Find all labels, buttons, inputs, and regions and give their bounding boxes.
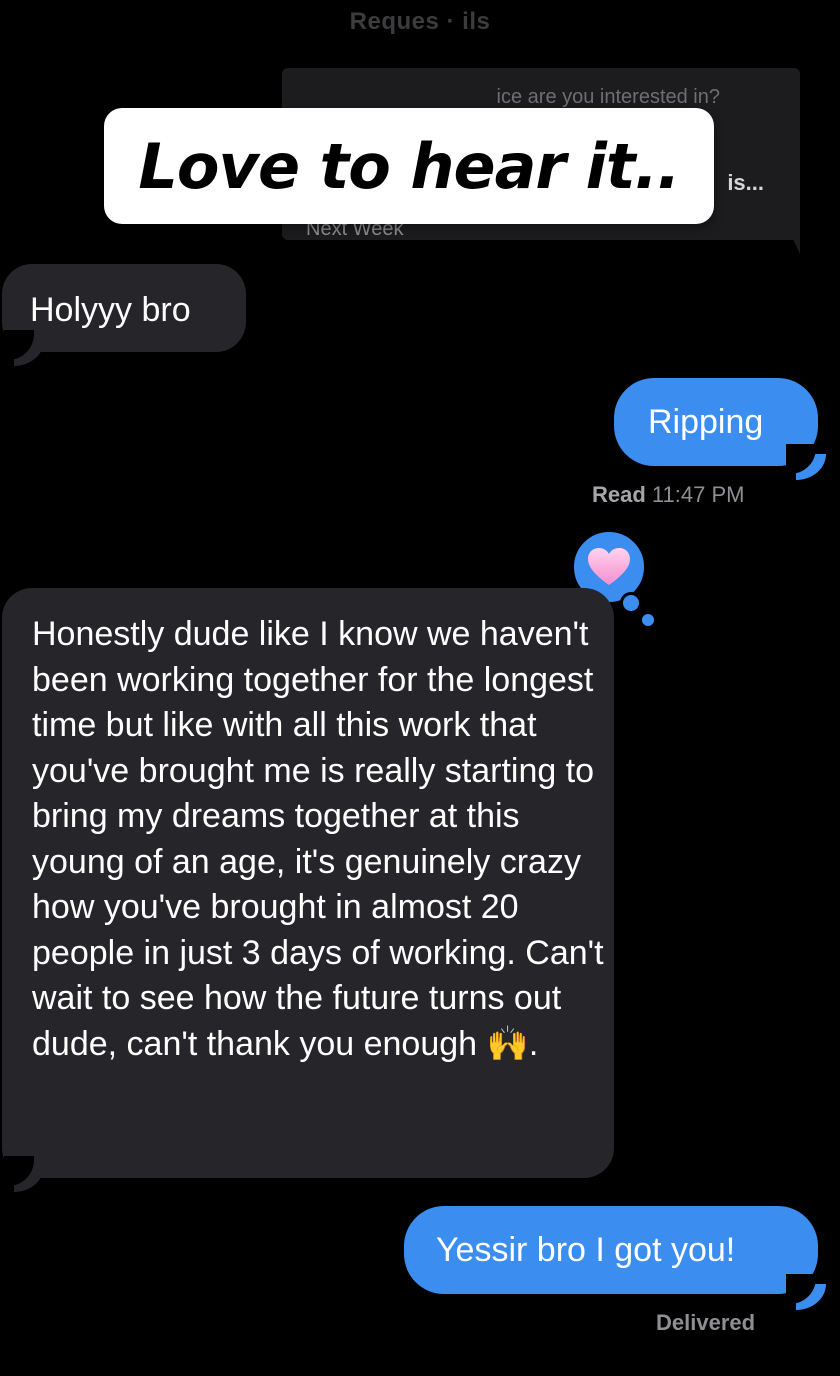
incoming-bubble-tail — [14, 1166, 44, 1192]
quoted-reply-top-line: ice are you interested in? — [496, 86, 720, 108]
read-receipt-label: Read — [592, 482, 646, 507]
incoming-bubble-tail — [14, 340, 44, 366]
tapback-tail-dot-small — [642, 614, 654, 626]
caption-sticker-text: Love to hear it.. — [138, 129, 680, 203]
tapback-tail-dot — [620, 592, 642, 614]
incoming-message-bubble[interactable]: Holyyy bro — [2, 264, 246, 352]
outgoing-bubble-tail — [786, 1274, 826, 1310]
outgoing-message-bubble[interactable]: Yessir bro I got you! — [404, 1206, 818, 1294]
quoted-reply-tail — [788, 228, 800, 254]
outgoing-bubble-tail — [786, 444, 826, 480]
heart-icon — [588, 548, 630, 585]
incoming-message-bubble[interactable]: Honestly dude like I know we haven't bee… — [2, 588, 614, 1178]
delivered-status: Delivered — [656, 1310, 756, 1335]
conversation-header-title: Reques · ils — [349, 8, 491, 35]
quoted-reply-snippet: is... — [727, 170, 764, 195]
read-receipt-time: 11:47 PM — [651, 482, 745, 507]
read-receipt: Read 11:47 PM — [592, 482, 744, 508]
caption-sticker: Love to hear it.. — [104, 108, 714, 224]
